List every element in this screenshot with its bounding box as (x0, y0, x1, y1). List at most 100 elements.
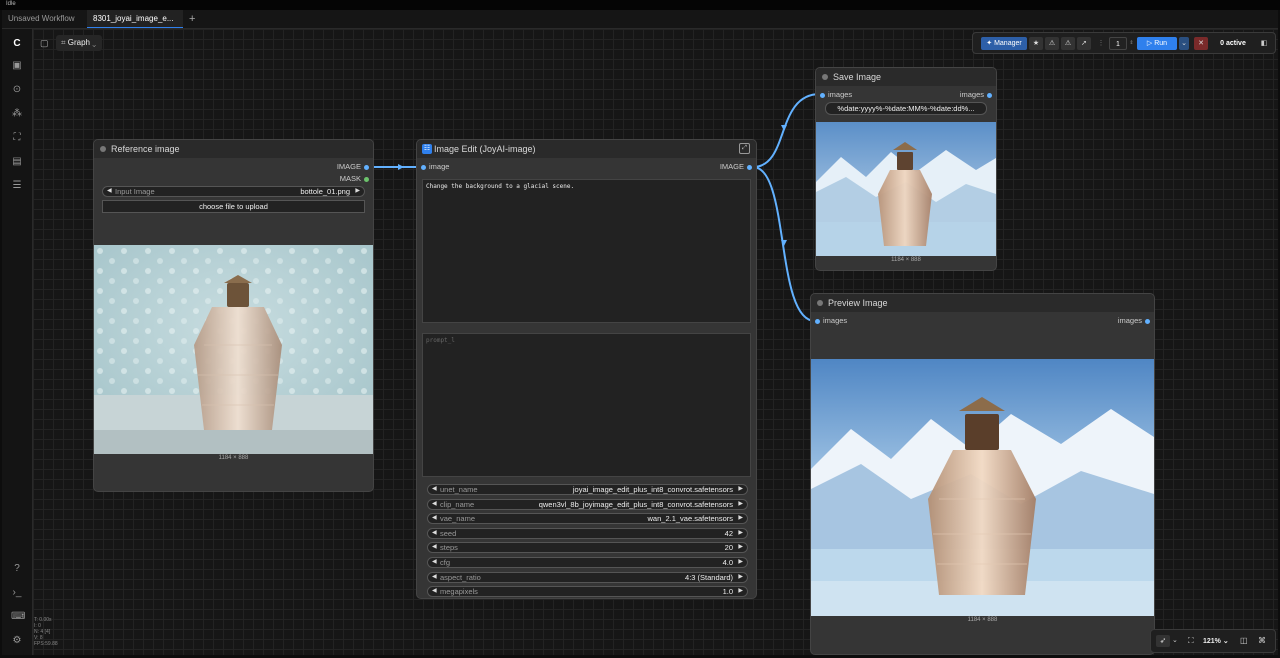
widget-megapixels[interactable]: ◀ megapixels 1.0 ▶ (427, 586, 748, 598)
chevron-left-icon[interactable]: ◀ (432, 587, 437, 596)
cancel-icon[interactable]: ✕ (1194, 37, 1208, 50)
chevron-right-icon[interactable]: ▶ (738, 573, 743, 582)
preview-image-node[interactable]: Preview Image images images 1184 × 888 (810, 293, 1155, 655)
graph-mode-button[interactable]: ⌗ Graph ⌄ (56, 35, 102, 51)
chevron-right-icon[interactable]: ▶ (355, 187, 360, 196)
chevron-right-icon[interactable]: ▶ (738, 500, 743, 509)
minimap-icon[interactable]: ◫ (1240, 635, 1250, 647)
manager-warning-icon[interactable]: ⚠ (1045, 37, 1059, 50)
chevron-right-icon[interactable]: ▶ (738, 514, 743, 523)
settings-icon[interactable]: ⚙ (11, 635, 23, 647)
chevron-left-icon[interactable]: ◀ (432, 529, 437, 538)
reference-image-preview (94, 245, 373, 454)
workflows-icon[interactable]: ⛶ (11, 132, 23, 144)
tab-unsaved-workflow[interactable]: Unsaved Workflow (2, 10, 87, 39)
models-icon[interactable]: ⁂ (11, 108, 23, 120)
node-header[interactable]: Save Image (816, 68, 996, 86)
help-icon[interactable]: ? (11, 563, 23, 575)
output-images-slot[interactable] (987, 93, 992, 98)
run-count-stepper[interactable]: ⇕ (1128, 37, 1135, 50)
input-image-combo[interactable]: ◀ Input Image bottole_01.png ▶ (102, 186, 365, 197)
input-images-slot[interactable] (815, 319, 820, 324)
chevron-left-icon[interactable]: ◀ (432, 500, 437, 509)
comfy-logo-icon[interactable]: C (11, 38, 23, 50)
node-status-dot[interactable] (822, 74, 828, 80)
input-image-slot[interactable] (421, 165, 426, 170)
expand-icon[interactable]: ⤢ (739, 143, 750, 154)
reference-image-node[interactable]: Reference image IMAGE MASK ◀ Input Image… (93, 139, 374, 492)
image-size-label: 1184 × 888 (891, 257, 921, 263)
fit-view-icon[interactable]: ⛶ (1188, 635, 1198, 647)
output-image-slot[interactable] (747, 165, 752, 170)
chevron-left-icon[interactable]: ◀ (432, 543, 437, 552)
widget-vae-name[interactable]: ◀ vae_name wan_2.1_vae.safetensors ▶ (427, 513, 748, 525)
widget-steps[interactable]: ◀ steps 20 ▶ (427, 542, 748, 554)
output-image-label: IMAGE (719, 162, 744, 171)
workflow-tabbar: Unsaved Workflow 8301_joyai_image_e... + (2, 10, 1278, 39)
images-icon[interactable]: ▣ (11, 60, 23, 72)
chevron-down-icon[interactable]: ⌄ (1172, 635, 1180, 647)
chevron-left-icon[interactable]: ◀ (432, 573, 437, 582)
select-pointer-icon[interactable]: ➶ (1156, 635, 1170, 647)
share-icon[interactable]: ➚ (1077, 37, 1091, 50)
drag-handle-icon[interactable]: ⋮ (1097, 37, 1105, 50)
left-sidebar: C ▣ ⊙ ⁂ ⛶ ▤ ☰ ? ›_ ⌨ ⚙ (2, 29, 33, 655)
chevron-right-icon[interactable]: ▶ (738, 529, 743, 538)
negative-prompt-textarea[interactable]: prompt_l (422, 333, 751, 477)
output-images-label: images (1117, 316, 1142, 325)
node-status-dot[interactable] (817, 300, 823, 306)
star-icon[interactable]: ★ (1029, 37, 1043, 50)
filename-prefix-input[interactable]: %date:yyyy%-%date:MM%-%date:dd%... (825, 102, 987, 115)
output-image-slot[interactable] (364, 165, 369, 170)
output-images-slot[interactable] (1145, 319, 1150, 324)
right-panel-icon[interactable]: ◧ (1257, 37, 1271, 50)
graph-icon: ⌗ (61, 38, 68, 47)
input-images-label: images (823, 316, 848, 325)
canvas-stats: T: 0.00s I: 0 N: 4 [4] V: 8 FPS:59.88 (34, 617, 58, 647)
save-image-node[interactable]: Save Image images images %date:yyyy%-%da… (815, 67, 997, 271)
prompt-textarea[interactable]: Change the background to a glacial scene… (422, 179, 751, 323)
widget-clip-name[interactable]: ◀ clip_name qwen3vl_8b_joyimage_edit_plus_… (427, 498, 748, 510)
chevron-left-icon[interactable]: ◀ (432, 485, 437, 494)
image-edit-node[interactable]: ☷ Image Edit (JoyAI-image) ⤢ image IMAGE… (416, 139, 757, 599)
preview-image (811, 359, 1154, 616)
chevron-left-icon[interactable]: ◀ (432, 558, 437, 567)
run-button[interactable]: ▷ Run (1137, 37, 1177, 50)
run-options-chevron-icon[interactable]: ⌄ (1179, 37, 1189, 50)
terminal-icon[interactable]: ›_ (11, 587, 23, 599)
output-image-label: IMAGE (336, 162, 361, 171)
upload-button[interactable]: choose file to upload (102, 200, 365, 213)
image-size-label: 1184 × 888 (967, 617, 998, 623)
keyboard-icon[interactable]: ⌨ (11, 611, 25, 623)
node-header[interactable]: Reference image (94, 140, 373, 158)
chevron-right-icon[interactable]: ▶ (738, 543, 743, 552)
link-visibility-icon[interactable]: ⌘ (1258, 635, 1268, 647)
input-images-slot[interactable] (820, 93, 825, 98)
queue-icon[interactable]: ☰ (11, 180, 23, 192)
missing-nodes-icon[interactable]: ⚠ (1061, 37, 1075, 50)
widget-aspect-ratio[interactable]: ◀ aspect_ratio 4:3 (Standard) ▶ (427, 571, 748, 583)
templates-icon[interactable]: ▤ (11, 156, 23, 168)
window-titlebar: Idle (0, 0, 1280, 10)
nodes-icon[interactable]: ⊙ (11, 84, 23, 96)
chevron-right-icon[interactable]: ▶ (738, 558, 743, 567)
tab-joyai-workflow[interactable]: 8301_joyai_image_e... (87, 10, 183, 39)
run-count-input[interactable]: 1 (1109, 37, 1127, 50)
widget-unet-name[interactable]: ◀ unet_name joyai_image_edit_plus_int8_con… (427, 484, 748, 495)
active-queue-count[interactable]: 0 active (1214, 37, 1252, 50)
widget-seed[interactable]: ◀ seed 42 ▶ (427, 527, 748, 539)
widget-cfg[interactable]: ◀ cfg 4.0 ▶ (427, 557, 748, 568)
input-image-label: image (429, 162, 450, 171)
node-header[interactable]: Preview Image (811, 294, 1154, 312)
chevron-right-icon[interactable]: ▶ (738, 485, 743, 494)
toggle-panel-icon[interactable]: ▢ (40, 38, 50, 48)
chevron-left-icon[interactable]: ◀ (107, 187, 112, 196)
manager-button[interactable]: ✦ Manager (981, 37, 1027, 50)
node-header[interactable]: ☷ Image Edit (JoyAI-image) ⤢ (417, 140, 756, 158)
chevron-left-icon[interactable]: ◀ (432, 514, 437, 523)
zoom-level[interactable]: 121% ⌄ (1203, 636, 1229, 648)
new-tab-button[interactable]: + (183, 10, 201, 28)
chevron-right-icon[interactable]: ▶ (738, 587, 743, 596)
output-mask-slot[interactable] (364, 177, 369, 182)
node-status-dot[interactable] (100, 146, 106, 152)
